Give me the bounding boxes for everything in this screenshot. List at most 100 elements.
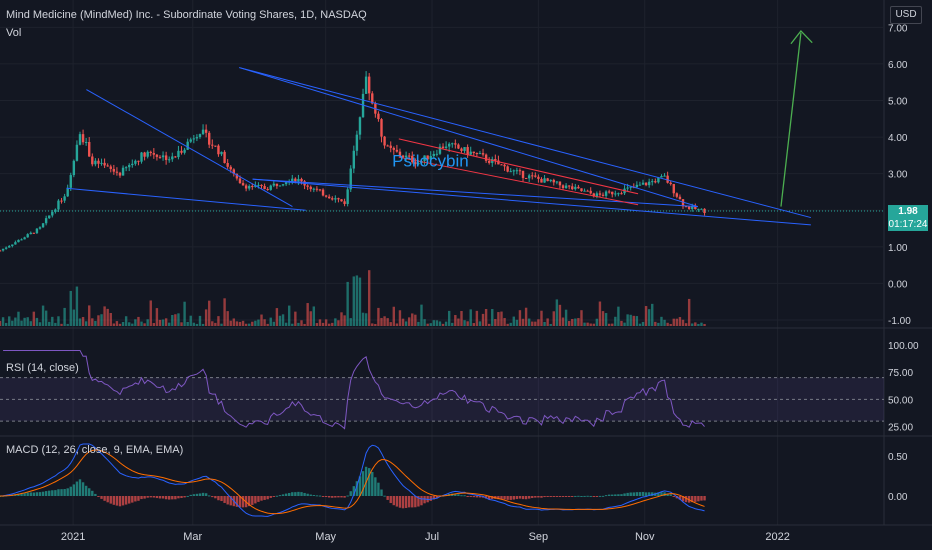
macd-histogram-bar: [266, 496, 269, 500]
volume-bar: [392, 306, 396, 326]
volume-bar: [509, 322, 512, 326]
macd-histogram-bar: [103, 496, 106, 501]
candle-body: [660, 176, 663, 178]
candle-body: [183, 149, 186, 153]
volume-bar: [229, 320, 232, 326]
candle-body: [343, 201, 346, 204]
macd-histogram-bar: [152, 496, 156, 498]
volume-bar: [84, 321, 88, 326]
macd-histogram-bar: [41, 491, 45, 496]
macd-histogram-bar: [69, 486, 72, 496]
macd-histogram-bar: [140, 496, 143, 500]
candle-body: [214, 145, 217, 147]
macd-histogram-bar: [552, 496, 555, 497]
macd-histogram-bar: [463, 495, 466, 497]
volume-bar: [487, 323, 491, 326]
macd-histogram-bar: [509, 496, 512, 500]
volume-bar: [549, 323, 552, 326]
macd-histogram-bar: [88, 488, 91, 496]
macd-histogram-bar: [183, 496, 186, 498]
trendline-lower-2: [252, 178, 698, 208]
volume-bar: [54, 322, 57, 326]
macd-histogram-bar: [254, 496, 257, 504]
volume-bar: [146, 319, 149, 326]
volume-bar: [361, 312, 365, 326]
candle-body: [669, 182, 672, 185]
macd-histogram-bar: [118, 496, 122, 507]
candle-body: [78, 134, 82, 145]
macd-histogram-bar: [134, 496, 137, 502]
candle-body: [266, 189, 269, 191]
y-tick-6.00: 6.00: [888, 60, 908, 71]
macd-histogram-bar: [567, 496, 571, 497]
macd-histogram-bar: [161, 496, 165, 499]
candle-body: [315, 188, 319, 190]
countdown-badge: 01:17:24: [888, 218, 928, 231]
volume-bar: [337, 320, 340, 326]
volume-bar: [623, 322, 626, 326]
macd-histogram-bar: [700, 496, 703, 501]
volume-bar: [143, 323, 146, 326]
volume-bar: [109, 312, 112, 326]
candle-body: [112, 168, 116, 172]
macd-histogram-bar: [583, 495, 586, 497]
chart-svg[interactable]: 2021 Mar May Jul Sep Nov 2022 7.00 6.00 5.00 4.00 3…: [0, 0, 932, 550]
macd-histogram-bar: [300, 492, 303, 496]
macd-histogram-bar: [586, 495, 589, 497]
volume-bar: [23, 317, 26, 326]
candle-body: [635, 184, 639, 188]
macd-histogram-bar: [78, 479, 82, 496]
candle-body: [94, 160, 97, 165]
x-tick-2021: 2021: [61, 531, 85, 543]
volume-bar: [429, 323, 432, 326]
macd-histogram-bar: [294, 492, 297, 496]
candle-body: [611, 191, 614, 195]
candle-body: [571, 186, 574, 190]
candle-body: [512, 170, 515, 172]
candle-body: [32, 232, 36, 234]
macd-histogram-bar: [380, 489, 383, 496]
volume-bar: [318, 319, 322, 326]
volume-bar: [75, 286, 79, 326]
macd-histogram-bar: [558, 496, 562, 497]
y-tick-7.00: 7.00: [888, 23, 908, 34]
volume-bar: [14, 317, 17, 326]
candle-body: [607, 191, 611, 193]
candle-body: [441, 146, 445, 148]
volume-bar: [567, 321, 571, 326]
macd-histogram-bar: [131, 496, 134, 503]
macd-histogram-bar: [128, 496, 131, 504]
macd-histogram-bar: [51, 490, 54, 496]
macd-histogram-bar: [617, 494, 620, 496]
volume-bar: [303, 323, 306, 326]
volume-bar: [306, 303, 309, 326]
macd-histogram-bar: [472, 496, 475, 498]
volume-bar: [571, 318, 574, 326]
volume-bar: [666, 322, 669, 326]
macd-histogram-bar: [26, 492, 29, 496]
volume-bar: [149, 300, 152, 326]
rsi-tick-25.00: 25.00: [888, 423, 913, 434]
volume-bar: [703, 323, 706, 326]
candle-body: [564, 185, 568, 189]
candle-body: [331, 198, 334, 200]
macd-histogram-bar: [411, 496, 414, 508]
macd-histogram-bar: [638, 492, 642, 496]
volume-bar: [534, 321, 537, 326]
candle-body: [583, 190, 586, 192]
candle-body: [229, 166, 232, 170]
volume-bar: [312, 306, 316, 326]
candle-body: [20, 239, 23, 241]
candle-body: [88, 142, 91, 157]
macd-histogram-bar: [672, 496, 675, 497]
volume-bar: [694, 322, 697, 326]
currency-button[interactable]: USD: [890, 6, 922, 24]
volume-bar: [288, 305, 291, 326]
volume-bar: [614, 316, 617, 326]
volume-bar: [404, 321, 408, 326]
candle-body: [168, 159, 171, 161]
macd-histogram-bar: [306, 493, 309, 496]
macd-histogram-bar: [195, 493, 199, 496]
macd-histogram-bar: [57, 489, 60, 496]
macd-histogram-bar: [626, 492, 629, 496]
